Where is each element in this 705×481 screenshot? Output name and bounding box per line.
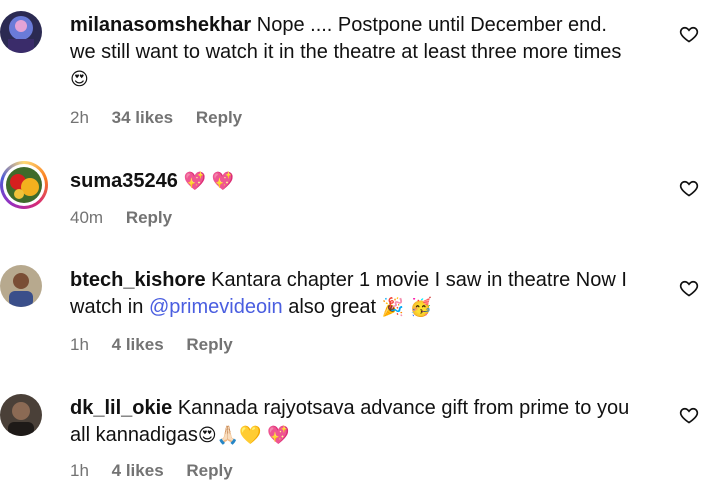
timestamp: 2h (70, 108, 89, 127)
comment-meta: 2h 34 likes Reply (70, 108, 260, 128)
likes-count[interactable]: 34 likes (112, 108, 173, 127)
timestamp: 40m (70, 208, 104, 227)
emoji: 💖 💖 (183, 171, 234, 192)
comment-meta: 1h 4 likes Reply (70, 461, 251, 481)
comment-meta: 1h 4 likes Reply (70, 335, 251, 355)
timestamp: 1h (70, 335, 89, 354)
emoji: 😍🙏🏻💛 💖 (197, 425, 290, 446)
comment-body: Nope .... Postpone until December end. (256, 14, 607, 36)
username[interactable]: milanasomshekhar (70, 14, 251, 36)
comment-text: suma35246 💖 💖 (70, 168, 660, 195)
reply-button[interactable]: Reply (186, 461, 232, 480)
comment-text: dk_lil_okie Kannada rajyotsava advance g… (70, 395, 660, 449)
username[interactable]: btech_kishore (70, 269, 206, 291)
avatar[interactable] (0, 394, 42, 436)
emoji: 🎉 🥳 (381, 297, 433, 318)
comment-body-line2-post: also great (282, 296, 377, 318)
avatar[interactable] (0, 265, 42, 307)
emoji: 😍 (70, 69, 89, 90)
heart-outline-icon[interactable] (679, 24, 699, 44)
username[interactable]: dk_lil_okie (70, 397, 172, 419)
comment-body-line2: we still want to watch it in the theatre… (70, 41, 622, 63)
comment-body-line2-pre: watch in (70, 296, 149, 318)
comment-meta: 40m Reply (70, 208, 190, 228)
username[interactable]: suma35246 (70, 170, 178, 192)
reply-button[interactable]: Reply (196, 108, 242, 127)
avatar[interactable] (0, 11, 42, 53)
avatar-story-ring[interactable] (0, 161, 48, 209)
comment-body: Kantara chapter 1 movie I saw in theatre… (211, 269, 627, 291)
comment-body-line2: all kannadigas (70, 424, 198, 446)
heart-outline-icon[interactable] (679, 178, 699, 198)
reply-button[interactable]: Reply (186, 335, 232, 354)
comment-body: Kannada rajyotsava advance gift from pri… (177, 397, 630, 419)
reply-button[interactable]: Reply (126, 208, 172, 227)
likes-count[interactable]: 4 likes (112, 461, 164, 480)
heart-outline-icon[interactable] (679, 405, 699, 425)
likes-count[interactable]: 4 likes (112, 335, 164, 354)
heart-outline-icon[interactable] (679, 278, 699, 298)
timestamp: 1h (70, 461, 89, 480)
comment-text: btech_kishore Kantara chapter 1 movie I … (70, 267, 660, 321)
avatar (6, 167, 42, 203)
mention-link[interactable]: @primevideoin (149, 296, 283, 318)
comment-text: milanasomshekhar Nope .... Postpone unti… (70, 12, 660, 93)
